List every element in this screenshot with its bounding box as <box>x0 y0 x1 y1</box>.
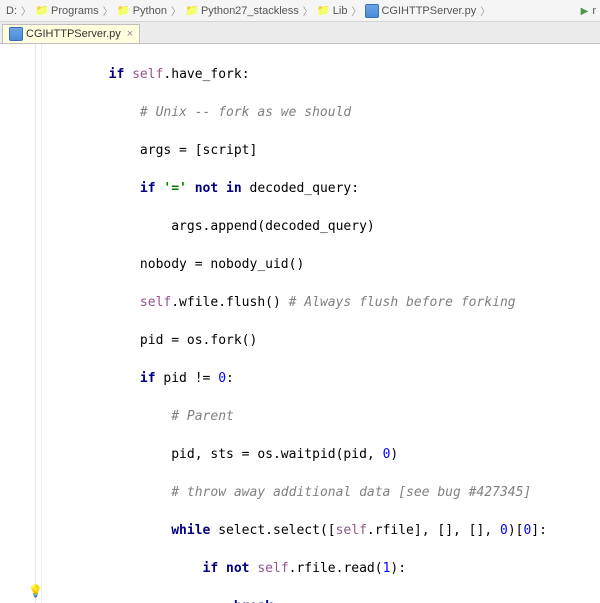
close-icon[interactable]: × <box>127 28 133 40</box>
chevron-right-icon: 〉 <box>478 3 492 18</box>
breadcrumb-drive[interactable]: D: <box>4 5 19 17</box>
breadcrumb-item[interactable]: Programs <box>33 4 101 18</box>
code-editor[interactable]: if self.have_fork: # Unix -- fork as we … <box>0 44 600 603</box>
editor-tabs: CGIHTTPServer.py × <box>0 22 600 44</box>
intention-bulb-icon[interactable] <box>28 582 43 601</box>
breadcrumb-bar: D: 〉 Programs 〉 Python 〉 Python27_stackl… <box>0 0 600 22</box>
python-file-icon <box>365 4 379 18</box>
tab-active[interactable]: CGIHTTPServer.py × <box>2 24 140 43</box>
code-area[interactable]: if self.have_fork: # Unix -- fork as we … <box>42 44 586 603</box>
breadcrumb-item[interactable]: Python27_stackless <box>183 4 301 18</box>
breadcrumb-item[interactable]: Python <box>115 4 169 18</box>
folder-icon <box>185 4 199 18</box>
tab-label: CGIHTTPServer.py <box>26 28 121 40</box>
breadcrumb-label: Python27_stackless <box>201 5 299 17</box>
breadcrumb-label: Programs <box>51 5 99 17</box>
run-config-icon[interactable] <box>581 5 593 17</box>
run-config-label[interactable]: r <box>592 5 596 17</box>
folder-icon <box>317 4 331 18</box>
chevron-right-icon: 〉 <box>101 3 115 18</box>
breadcrumb-item[interactable]: Lib <box>315 4 350 18</box>
python-file-icon <box>9 27 23 41</box>
breadcrumb-file[interactable]: CGIHTTPServer.py <box>363 4 478 18</box>
chevron-right-icon: 〉 <box>19 3 33 18</box>
folder-icon <box>117 4 131 18</box>
breadcrumb-label: Lib <box>333 5 348 17</box>
chevron-right-icon: 〉 <box>349 3 363 18</box>
folder-icon <box>35 4 49 18</box>
chevron-right-icon: 〉 <box>301 3 315 18</box>
breadcrumb-label: CGIHTTPServer.py <box>381 5 476 17</box>
chevron-right-icon: 〉 <box>169 3 183 18</box>
breadcrumb-label: Python <box>133 5 167 17</box>
editor-gutter <box>0 44 42 603</box>
